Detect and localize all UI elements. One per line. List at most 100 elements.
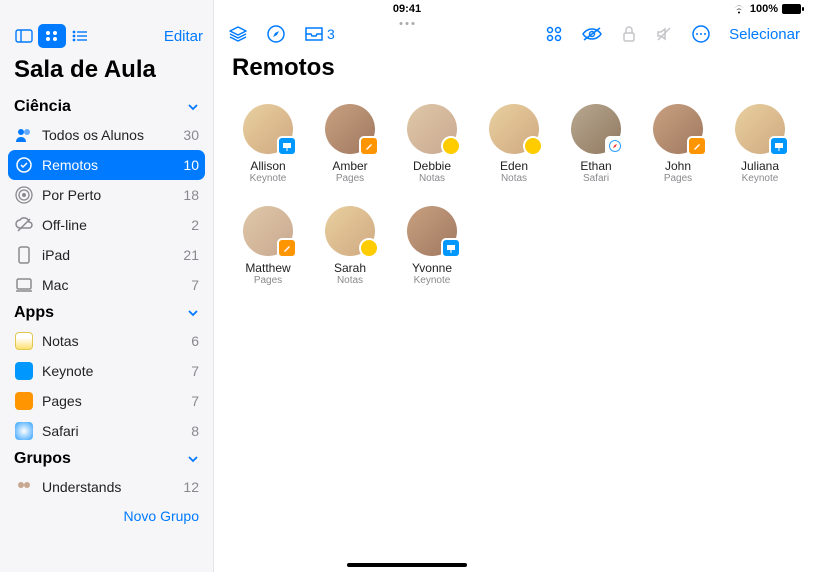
- pages-badge-icon: [687, 136, 707, 156]
- student-app: Notas: [501, 173, 527, 184]
- sidebar-item[interactable]: Por Perto 18: [0, 180, 213, 210]
- sidebar-item-count: 7: [191, 393, 199, 409]
- mac-icon: [14, 275, 34, 295]
- section-header[interactable]: Grupos: [0, 446, 213, 472]
- sidebar-item[interactable]: iPad21: [0, 240, 213, 270]
- student-app: Pages: [336, 173, 364, 184]
- multitask-dots[interactable]: [400, 22, 415, 25]
- student-item[interactable]: AllisonKeynote: [232, 104, 304, 184]
- student-app: Pages: [664, 173, 692, 184]
- sidebar-item[interactable]: Remotos10: [8, 150, 205, 180]
- pages-icon: [14, 391, 34, 411]
- section-title: Apps: [14, 304, 54, 322]
- student-app: Keynote: [742, 173, 779, 184]
- sidebar-item-count: 18: [183, 187, 199, 203]
- wifi-icon: [732, 4, 746, 14]
- sidebar-item-count: 7: [191, 277, 199, 293]
- mute-button[interactable]: [655, 25, 673, 43]
- chevron-down-icon: [187, 103, 199, 111]
- student-item[interactable]: AmberPages: [314, 104, 386, 184]
- status-right: 100%: [732, 3, 804, 15]
- apps-button[interactable]: [545, 25, 563, 43]
- sidebar: Editar Sala de Aula Ciência Todos os Alun…: [0, 0, 214, 572]
- student-name: Sarah: [334, 261, 366, 275]
- sidebar-item-count: 2: [191, 217, 199, 233]
- home-indicator[interactable]: [347, 563, 467, 567]
- student-item[interactable]: DebbieNotas: [396, 104, 468, 184]
- new-group-button[interactable]: Novo Grupo: [0, 502, 213, 530]
- notes-badge-icon: [359, 238, 379, 258]
- student-name: Allison: [250, 159, 285, 173]
- main-title: Remotos: [214, 48, 814, 94]
- sidebar-item-count: 30: [183, 127, 199, 143]
- battery-icon: [782, 4, 804, 14]
- sidebar-item-count: 7: [191, 363, 199, 379]
- app-title: Sala de Aula: [0, 52, 213, 94]
- sidebar-item-count: 8: [191, 423, 199, 439]
- student-app: Keynote: [250, 173, 287, 184]
- sidebar-item[interactable]: Keynote7: [0, 356, 213, 386]
- sidebar-item-label: Todos os Alunos: [42, 127, 144, 143]
- notes-badge-icon: [441, 136, 461, 156]
- sidebar-item-label: Safari: [42, 423, 79, 439]
- sidebar-toggle-button[interactable]: [10, 24, 38, 48]
- student-name: Debbie: [413, 159, 451, 173]
- group-icon: [14, 477, 34, 497]
- student-name: Eden: [500, 159, 528, 173]
- sidebar-item[interactable]: Todos os Alunos 30: [0, 120, 213, 150]
- main-content: 3 Selecionar Remotos AllisonKeynoteAmber…: [214, 0, 814, 572]
- sidebar-item-label: Notas: [42, 333, 79, 349]
- sidebar-item-count: 6: [191, 333, 199, 349]
- student-item[interactable]: SarahNotas: [314, 206, 386, 286]
- chevron-down-icon: [187, 309, 199, 317]
- student-app: Notas: [337, 275, 363, 286]
- student-item[interactable]: YvonneKeynote: [396, 206, 468, 286]
- pages-badge-icon: [359, 136, 379, 156]
- sidebar-item[interactable]: Mac 7: [0, 270, 213, 300]
- grid-view-button[interactable]: [38, 24, 66, 48]
- inbox-button[interactable]: 3: [304, 26, 335, 42]
- student-app: Safari: [583, 173, 609, 184]
- compass-button[interactable]: [266, 24, 286, 44]
- sidebar-item-label: Mac: [42, 277, 68, 293]
- student-name: Juliana: [741, 159, 779, 173]
- sidebar-item[interactable]: Pages 7: [0, 386, 213, 416]
- edit-button[interactable]: Editar: [164, 28, 203, 45]
- keynote-badge-icon: [441, 238, 461, 258]
- student-name: Amber: [332, 159, 367, 173]
- student-name: Yvonne: [412, 261, 452, 275]
- notes-badge-icon: [523, 136, 543, 156]
- lock-button[interactable]: [621, 25, 637, 43]
- sidebar-item-label: Understands: [42, 479, 121, 495]
- sidebar-item-count: 21: [183, 247, 199, 263]
- select-button[interactable]: Selecionar: [729, 26, 800, 43]
- student-item[interactable]: EdenNotas: [478, 104, 550, 184]
- sidebar-item[interactable]: Safari 8: [0, 416, 213, 446]
- status-time: 09:41: [393, 3, 421, 15]
- student-app: Keynote: [414, 275, 451, 286]
- student-item[interactable]: MatthewPages: [232, 206, 304, 286]
- sidebar-item-label: Por Perto: [42, 187, 101, 203]
- section-title: Ciência: [14, 98, 71, 116]
- student-name: John: [665, 159, 691, 173]
- section-header[interactable]: Apps: [0, 300, 213, 326]
- safari-badge-icon: [605, 136, 625, 156]
- student-item[interactable]: JulianaKeynote: [724, 104, 796, 184]
- hide-button[interactable]: [581, 26, 603, 42]
- student-item[interactable]: EthanSafari: [560, 104, 632, 184]
- pages-badge-icon: [277, 238, 297, 258]
- sidebar-item[interactable]: Understands12: [0, 472, 213, 502]
- people-icon: [14, 125, 34, 145]
- sidebar-item[interactable]: Off-line2: [0, 210, 213, 240]
- remote-icon: [14, 155, 34, 175]
- safari-icon: [14, 421, 34, 441]
- student-item[interactable]: JohnPages: [642, 104, 714, 184]
- keynote-badge-icon: [769, 136, 789, 156]
- sidebar-item-label: Pages: [42, 393, 82, 409]
- layers-button[interactable]: [228, 25, 248, 43]
- more-button[interactable]: [691, 24, 711, 44]
- list-view-button[interactable]: [66, 24, 94, 48]
- section-title: Grupos: [14, 450, 71, 468]
- sidebar-item[interactable]: Notas 6: [0, 326, 213, 356]
- section-header[interactable]: Ciência: [0, 94, 213, 120]
